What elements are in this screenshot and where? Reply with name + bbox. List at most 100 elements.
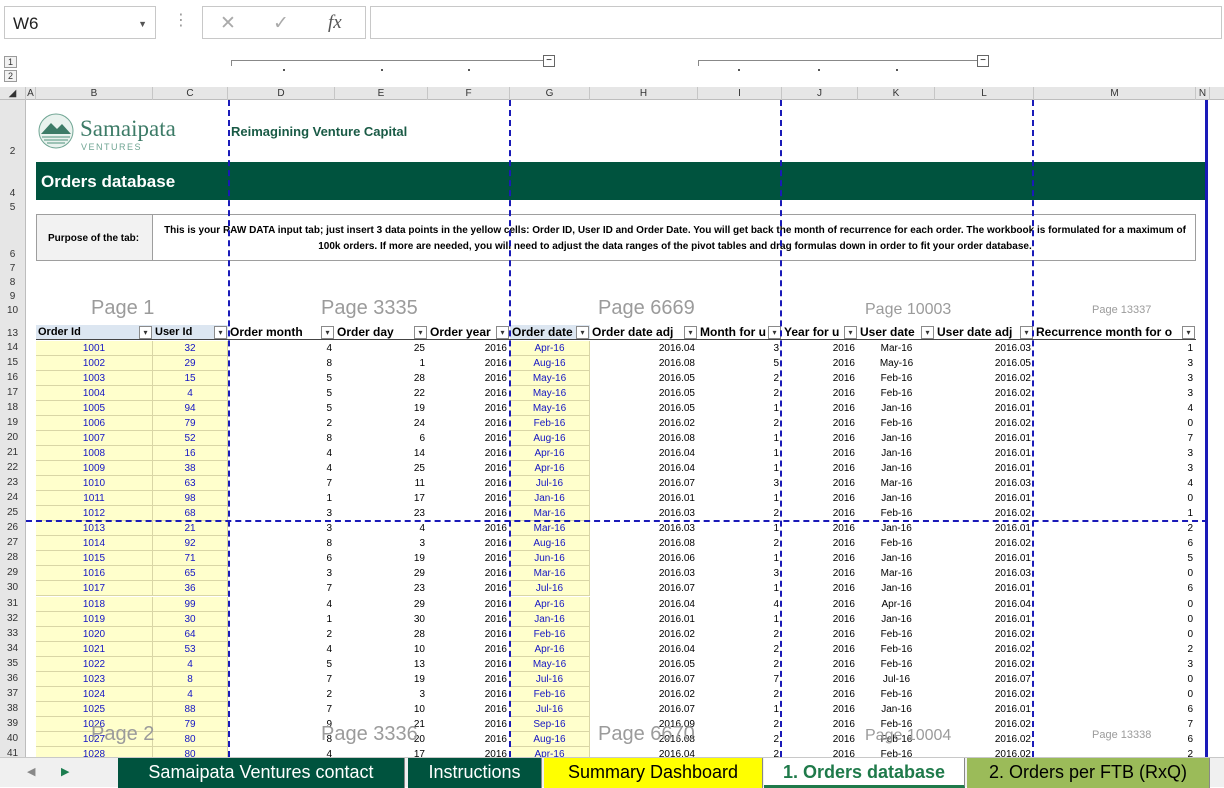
row-header[interactable]: 40: [0, 733, 25, 744]
table-cell[interactable]: 2016: [782, 446, 858, 461]
table-cell[interactable]: 1015: [36, 551, 153, 567]
table-cell[interactable]: Jan-16: [858, 461, 935, 476]
table-cell[interactable]: 2: [698, 657, 782, 672]
table-cell[interactable]: 2016: [428, 672, 510, 687]
table-cell[interactable]: 2016: [782, 657, 858, 672]
column-header[interactable]: A: [26, 87, 36, 100]
row-header[interactable]: 38: [0, 703, 25, 714]
table-cell[interactable]: 1003: [36, 371, 153, 387]
table-cell[interactable]: 2016.05: [590, 657, 698, 672]
table-cell[interactable]: 2016: [428, 627, 510, 642]
table-cell[interactable]: 19: [335, 551, 428, 566]
table-cell[interactable]: 2: [698, 717, 782, 732]
table-cell[interactable]: 1021: [36, 641, 153, 657]
table-cell[interactable]: May-16: [510, 656, 590, 672]
table-cell[interactable]: 88: [153, 701, 228, 717]
table-cell[interactable]: 63: [153, 476, 228, 492]
table-cell[interactable]: 2016.01: [935, 612, 1034, 627]
table-cell[interactable]: 4: [228, 446, 335, 461]
table-cell[interactable]: 1020: [36, 626, 153, 642]
filter-dropdown-icon[interactable]: ▾: [496, 326, 509, 339]
row-header[interactable]: 35: [0, 658, 25, 669]
table-cell[interactable]: 2016: [782, 627, 858, 642]
table-cell[interactable]: 1: [698, 446, 782, 461]
table-cell[interactable]: 2016.04: [590, 597, 698, 612]
table-cell[interactable]: 1017: [36, 581, 153, 597]
row-header[interactable]: 33: [0, 628, 25, 639]
table-cell[interactable]: Apr-16: [510, 446, 590, 462]
table-cell[interactable]: 3: [1034, 461, 1196, 476]
table-cell[interactable]: Jul-16: [510, 671, 590, 687]
table-cell[interactable]: 5: [698, 356, 782, 371]
table-cell[interactable]: 2016.07: [590, 581, 698, 596]
table-cell[interactable]: 2: [1034, 642, 1196, 657]
formula-input[interactable]: [370, 6, 1222, 39]
row-header[interactable]: 37: [0, 688, 25, 699]
table-cell[interactable]: 2016.05: [590, 386, 698, 401]
sheet-grid[interactable]: Samaipata VENTURES Reimagining Venture C…: [26, 100, 1208, 757]
table-cell[interactable]: 2016.02: [935, 687, 1034, 702]
table-cell[interactable]: 1005: [36, 401, 153, 417]
table-cell[interactable]: 2016: [782, 612, 858, 627]
table-cell[interactable]: 2016: [782, 461, 858, 476]
column-header-cell[interactable]: Order day ▾: [335, 325, 428, 340]
row-header[interactable]: 24: [0, 492, 25, 503]
row-header[interactable]: 5: [0, 202, 25, 213]
table-cell[interactable]: 2016: [782, 416, 858, 431]
column-header[interactable]: B: [36, 87, 153, 100]
table-cell[interactable]: 2016: [782, 521, 858, 536]
table-cell[interactable]: 1: [335, 356, 428, 371]
table-cell[interactable]: 4: [228, 597, 335, 612]
column-header[interactable]: H: [590, 87, 698, 100]
table-cell[interactable]: 2016: [428, 747, 510, 757]
table-cell[interactable]: Apr-16: [510, 641, 590, 657]
table-cell[interactable]: Jan-16: [858, 612, 935, 627]
row-header[interactable]: 19: [0, 417, 25, 428]
table-cell[interactable]: Feb-16: [858, 536, 935, 551]
table-cell[interactable]: 4: [228, 341, 335, 356]
table-cell[interactable]: Jul-16: [510, 581, 590, 597]
row-header[interactable]: 28: [0, 552, 25, 563]
table-cell[interactable]: 1: [698, 491, 782, 506]
row-header[interactable]: 26: [0, 522, 25, 533]
row-header[interactable]: 2: [0, 146, 25, 157]
row-header[interactable]: 6: [0, 249, 25, 260]
filter-dropdown-icon[interactable]: ▾: [921, 326, 934, 339]
table-cell[interactable]: 2016.05: [935, 356, 1034, 371]
row-header[interactable]: 14: [0, 342, 25, 353]
column-header[interactable]: J: [782, 87, 858, 100]
table-cell[interactable]: 94: [153, 401, 228, 417]
table-cell[interactable]: 2016: [428, 597, 510, 612]
table-cell[interactable]: 2016: [428, 566, 510, 581]
table-cell[interactable]: 0: [1034, 416, 1196, 431]
table-cell[interactable]: Feb-16: [858, 416, 935, 431]
table-cell[interactable]: Aug-16: [510, 356, 590, 372]
table-cell[interactable]: Jan-16: [858, 551, 935, 566]
row-header[interactable]: 7: [0, 263, 25, 274]
table-cell[interactable]: 8: [153, 671, 228, 687]
table-cell[interactable]: 8: [228, 356, 335, 371]
table-cell[interactable]: 2016: [428, 416, 510, 431]
table-cell[interactable]: 2016.04: [590, 747, 698, 757]
table-cell[interactable]: 6: [1034, 536, 1196, 551]
table-cell[interactable]: 3: [1034, 356, 1196, 371]
table-cell[interactable]: 3: [1034, 386, 1196, 401]
table-cell[interactable]: 2016: [782, 687, 858, 702]
table-cell[interactable]: 1022: [36, 656, 153, 672]
table-cell[interactable]: 2016.04: [590, 461, 698, 476]
table-cell[interactable]: 2: [698, 536, 782, 551]
table-cell[interactable]: 2016: [782, 566, 858, 581]
table-cell[interactable]: 5: [228, 371, 335, 386]
sheet-tab[interactable]: Samaipata Ventures contact: [118, 758, 405, 788]
more-options-icon[interactable]: ⋮: [173, 10, 189, 30]
table-cell[interactable]: 1024: [36, 686, 153, 702]
table-cell[interactable]: 2016: [428, 536, 510, 551]
table-cell[interactable]: 9: [228, 717, 335, 732]
table-cell[interactable]: 3: [1034, 657, 1196, 672]
table-cell[interactable]: 65: [153, 566, 228, 582]
table-cell[interactable]: 1004: [36, 386, 153, 402]
table-cell[interactable]: Feb-16: [858, 371, 935, 386]
table-cell[interactable]: 3: [228, 521, 335, 536]
table-cell[interactable]: 3: [1034, 371, 1196, 386]
table-cell[interactable]: 2016.08: [590, 431, 698, 446]
